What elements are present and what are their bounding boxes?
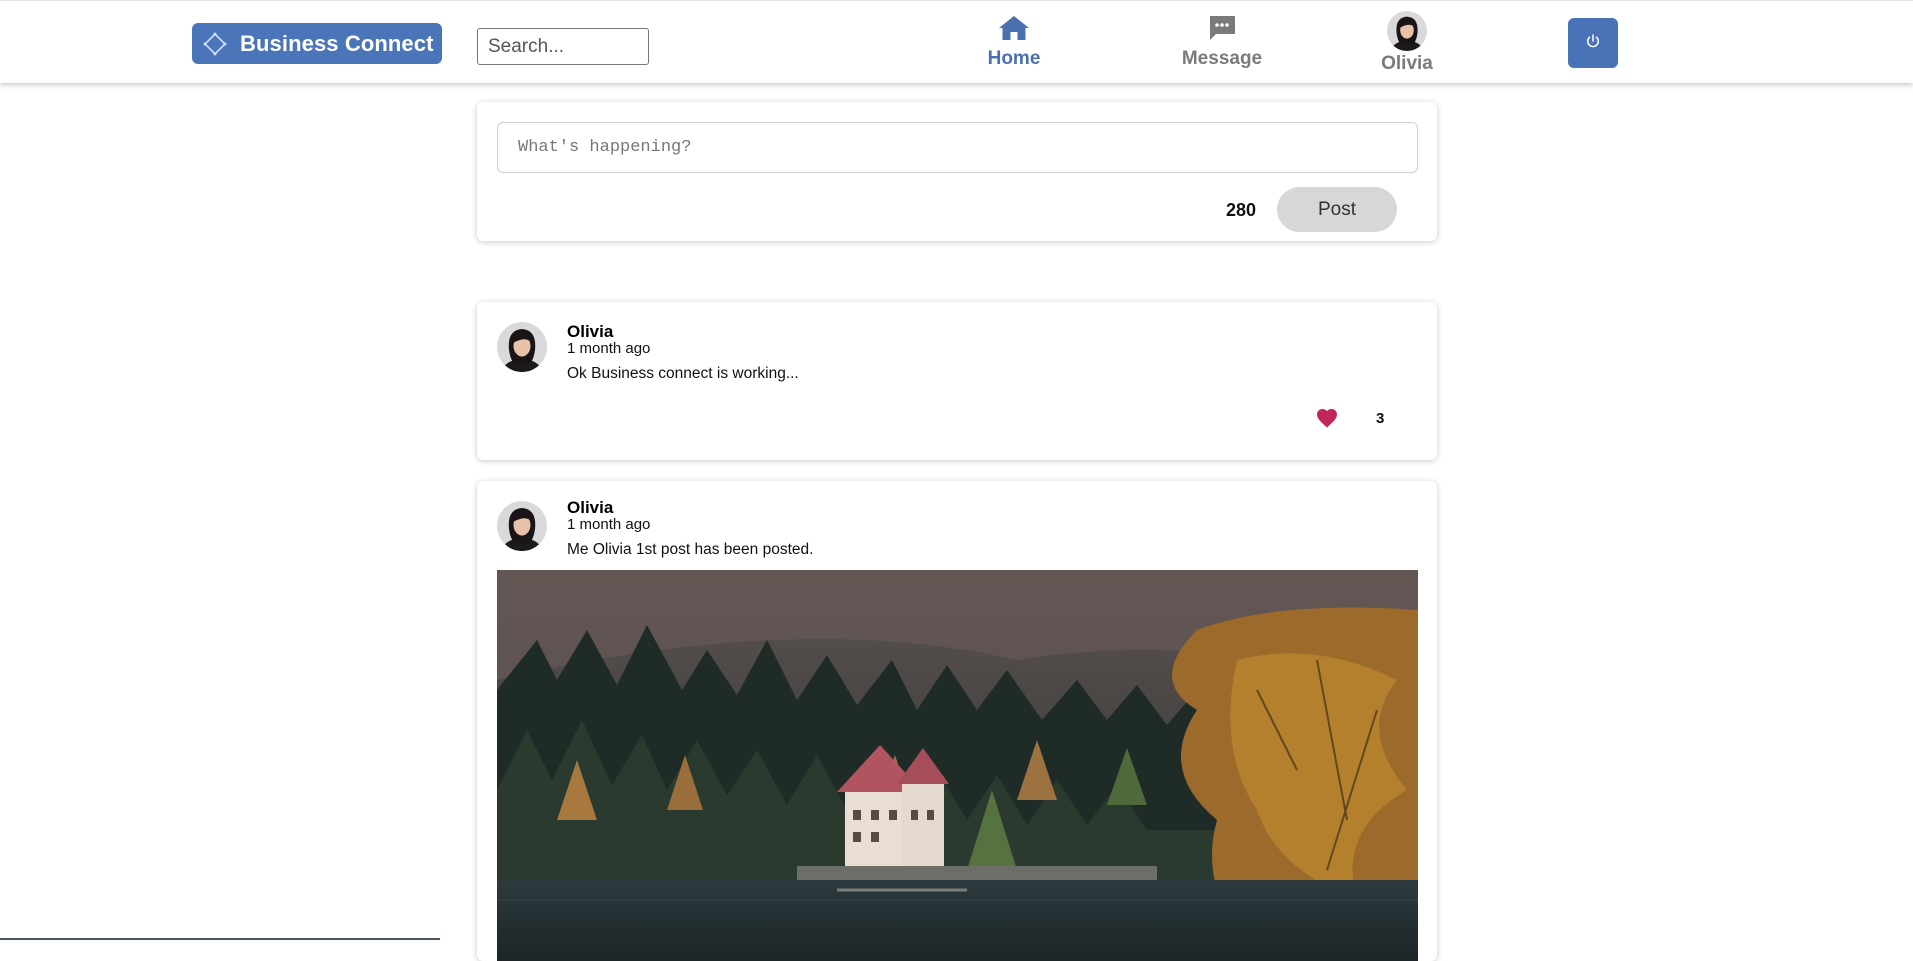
brand-name: Business Connect	[240, 30, 434, 56]
avatar	[1387, 11, 1427, 51]
post-author[interactable]: Olivia	[567, 498, 613, 518]
nav-message[interactable]: Message	[1172, 15, 1272, 70]
nav-message-label: Message	[1181, 48, 1263, 69]
post-time: 1 month ago	[567, 340, 651, 357]
diamond-icon	[202, 31, 228, 57]
message-icon	[1208, 15, 1236, 46]
post-author[interactable]: Olivia	[567, 322, 613, 342]
avatar[interactable]	[497, 501, 547, 551]
post-card: Olivia 1 month ago Me Olivia 1st post ha…	[477, 481, 1437, 961]
char-counter: 280	[1226, 200, 1257, 220]
post-time: 1 month ago	[567, 516, 651, 533]
search-input[interactable]	[477, 28, 649, 65]
home-icon	[998, 15, 1030, 46]
post-text: Me Olivia 1st post has been posted.	[567, 541, 814, 558]
nav-profile-label: Olivia	[1381, 53, 1433, 74]
post-text: Ok Business connect is working...	[567, 365, 799, 382]
top-navbar: Business Connect Home Message	[0, 0, 1913, 83]
post-card: Olivia 1 month ago Ok Business connect i…	[477, 302, 1437, 460]
logout-button[interactable]	[1568, 18, 1618, 68]
post-button[interactable]: Post	[1277, 187, 1397, 232]
nav-profile[interactable]: Olivia	[1370, 11, 1444, 75]
brand-logo-button[interactable]: Business Connect	[192, 23, 442, 64]
composer-input[interactable]	[497, 122, 1418, 173]
nav-home-label: Home	[987, 48, 1041, 69]
avatar[interactable]	[497, 322, 547, 372]
post-image[interactable]	[497, 570, 1418, 961]
heart-icon[interactable]	[1315, 406, 1339, 430]
like-count: 3	[1376, 410, 1385, 427]
power-icon	[1585, 33, 1601, 54]
nav-home[interactable]: Home	[982, 15, 1046, 70]
